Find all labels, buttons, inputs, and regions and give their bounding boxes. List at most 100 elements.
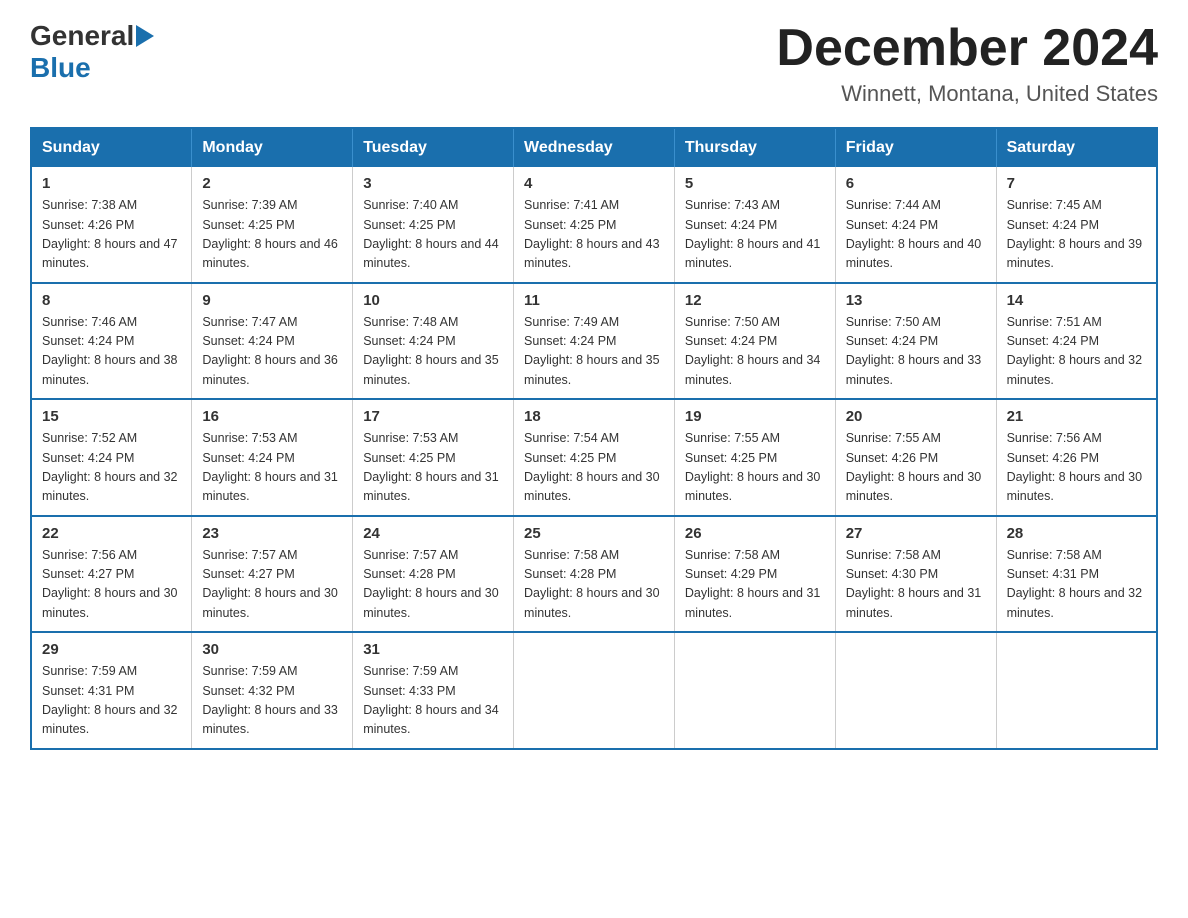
calendar-cell: 17 Sunrise: 7:53 AMSunset: 4:25 PMDaylig…: [353, 399, 514, 516]
calendar-cell: 30 Sunrise: 7:59 AMSunset: 4:32 PMDaylig…: [192, 632, 353, 749]
day-number: 12: [685, 292, 825, 309]
calendar-week-row: 29 Sunrise: 7:59 AMSunset: 4:31 PMDaylig…: [31, 632, 1157, 749]
calendar-cell: 7 Sunrise: 7:45 AMSunset: 4:24 PMDayligh…: [996, 167, 1157, 283]
calendar-cell: 27 Sunrise: 7:58 AMSunset: 4:30 PMDaylig…: [835, 516, 996, 633]
day-info: Sunrise: 7:45 AMSunset: 4:24 PMDaylight:…: [1007, 198, 1143, 270]
col-header-monday: Monday: [192, 128, 353, 167]
day-number: 7: [1007, 175, 1146, 192]
calendar-week-row: 22 Sunrise: 7:56 AMSunset: 4:27 PMDaylig…: [31, 516, 1157, 633]
logo-blue-text: Blue: [30, 52, 91, 84]
calendar-cell: [835, 632, 996, 749]
day-number: 15: [42, 408, 181, 425]
col-header-sunday: Sunday: [31, 128, 192, 167]
calendar-cell: 6 Sunrise: 7:44 AMSunset: 4:24 PMDayligh…: [835, 167, 996, 283]
day-number: 11: [524, 292, 664, 309]
day-number: 27: [846, 525, 986, 542]
day-info: Sunrise: 7:49 AMSunset: 4:24 PMDaylight:…: [524, 315, 660, 387]
day-info: Sunrise: 7:59 AMSunset: 4:33 PMDaylight:…: [363, 664, 499, 736]
day-number: 20: [846, 408, 986, 425]
day-number: 9: [202, 292, 342, 309]
page-subtitle: Winnett, Montana, United States: [776, 81, 1158, 107]
day-info: Sunrise: 7:55 AMSunset: 4:26 PMDaylight:…: [846, 431, 982, 503]
day-number: 13: [846, 292, 986, 309]
day-number: 6: [846, 175, 986, 192]
col-header-friday: Friday: [835, 128, 996, 167]
day-info: Sunrise: 7:50 AMSunset: 4:24 PMDaylight:…: [846, 315, 982, 387]
calendar-cell: 22 Sunrise: 7:56 AMSunset: 4:27 PMDaylig…: [31, 516, 192, 633]
day-info: Sunrise: 7:54 AMSunset: 4:25 PMDaylight:…: [524, 431, 660, 503]
day-number: 16: [202, 408, 342, 425]
day-number: 14: [1007, 292, 1146, 309]
day-info: Sunrise: 7:41 AMSunset: 4:25 PMDaylight:…: [524, 198, 660, 270]
page-header: General Blue December 2024 Winnett, Mont…: [30, 20, 1158, 107]
day-info: Sunrise: 7:57 AMSunset: 4:28 PMDaylight:…: [363, 548, 499, 620]
calendar-cell: 25 Sunrise: 7:58 AMSunset: 4:28 PMDaylig…: [514, 516, 675, 633]
day-number: 18: [524, 408, 664, 425]
col-header-wednesday: Wednesday: [514, 128, 675, 167]
day-number: 1: [42, 175, 181, 192]
calendar-cell: 13 Sunrise: 7:50 AMSunset: 4:24 PMDaylig…: [835, 283, 996, 400]
calendar-cell: 10 Sunrise: 7:48 AMSunset: 4:24 PMDaylig…: [353, 283, 514, 400]
day-number: 21: [1007, 408, 1146, 425]
day-info: Sunrise: 7:38 AMSunset: 4:26 PMDaylight:…: [42, 198, 178, 270]
day-info: Sunrise: 7:57 AMSunset: 4:27 PMDaylight:…: [202, 548, 338, 620]
calendar-cell: 5 Sunrise: 7:43 AMSunset: 4:24 PMDayligh…: [674, 167, 835, 283]
day-number: 24: [363, 525, 503, 542]
calendar-cell: 28 Sunrise: 7:58 AMSunset: 4:31 PMDaylig…: [996, 516, 1157, 633]
day-number: 25: [524, 525, 664, 542]
day-info: Sunrise: 7:44 AMSunset: 4:24 PMDaylight:…: [846, 198, 982, 270]
calendar-cell: 4 Sunrise: 7:41 AMSunset: 4:25 PMDayligh…: [514, 167, 675, 283]
calendar-cell: 19 Sunrise: 7:55 AMSunset: 4:25 PMDaylig…: [674, 399, 835, 516]
calendar-week-row: 15 Sunrise: 7:52 AMSunset: 4:24 PMDaylig…: [31, 399, 1157, 516]
logo-arrow-icon: [136, 25, 154, 47]
day-number: 22: [42, 525, 181, 542]
day-number: 28: [1007, 525, 1146, 542]
day-number: 19: [685, 408, 825, 425]
day-info: Sunrise: 7:53 AMSunset: 4:24 PMDaylight:…: [202, 431, 338, 503]
day-number: 3: [363, 175, 503, 192]
col-header-tuesday: Tuesday: [353, 128, 514, 167]
logo-row1: General: [30, 20, 154, 52]
day-number: 10: [363, 292, 503, 309]
day-info: Sunrise: 7:58 AMSunset: 4:28 PMDaylight:…: [524, 548, 660, 620]
calendar-cell: 1 Sunrise: 7:38 AMSunset: 4:26 PMDayligh…: [31, 167, 192, 283]
day-number: 17: [363, 408, 503, 425]
day-number: 2: [202, 175, 342, 192]
calendar-table: SundayMondayTuesdayWednesdayThursdayFrid…: [30, 127, 1158, 750]
day-info: Sunrise: 7:47 AMSunset: 4:24 PMDaylight:…: [202, 315, 338, 387]
calendar-cell: 29 Sunrise: 7:59 AMSunset: 4:31 PMDaylig…: [31, 632, 192, 749]
day-info: Sunrise: 7:53 AMSunset: 4:25 PMDaylight:…: [363, 431, 499, 503]
calendar-week-row: 8 Sunrise: 7:46 AMSunset: 4:24 PMDayligh…: [31, 283, 1157, 400]
day-info: Sunrise: 7:59 AMSunset: 4:31 PMDaylight:…: [42, 664, 178, 736]
calendar-cell: 18 Sunrise: 7:54 AMSunset: 4:25 PMDaylig…: [514, 399, 675, 516]
calendar-cell: 20 Sunrise: 7:55 AMSunset: 4:26 PMDaylig…: [835, 399, 996, 516]
day-number: 5: [685, 175, 825, 192]
day-info: Sunrise: 7:39 AMSunset: 4:25 PMDaylight:…: [202, 198, 338, 270]
day-info: Sunrise: 7:51 AMSunset: 4:24 PMDaylight:…: [1007, 315, 1143, 387]
logo: General Blue: [30, 20, 154, 84]
day-info: Sunrise: 7:43 AMSunset: 4:24 PMDaylight:…: [685, 198, 821, 270]
day-info: Sunrise: 7:58 AMSunset: 4:31 PMDaylight:…: [1007, 548, 1143, 620]
day-info: Sunrise: 7:40 AMSunset: 4:25 PMDaylight:…: [363, 198, 499, 270]
day-number: 31: [363, 641, 503, 658]
calendar-header-row: SundayMondayTuesdayWednesdayThursdayFrid…: [31, 128, 1157, 167]
day-info: Sunrise: 7:48 AMSunset: 4:24 PMDaylight:…: [363, 315, 499, 387]
day-info: Sunrise: 7:56 AMSunset: 4:26 PMDaylight:…: [1007, 431, 1143, 503]
calendar-cell: 16 Sunrise: 7:53 AMSunset: 4:24 PMDaylig…: [192, 399, 353, 516]
calendar-cell: 23 Sunrise: 7:57 AMSunset: 4:27 PMDaylig…: [192, 516, 353, 633]
day-number: 4: [524, 175, 664, 192]
col-header-saturday: Saturday: [996, 128, 1157, 167]
day-number: 29: [42, 641, 181, 658]
day-number: 23: [202, 525, 342, 542]
col-header-thursday: Thursday: [674, 128, 835, 167]
calendar-cell: 8 Sunrise: 7:46 AMSunset: 4:24 PMDayligh…: [31, 283, 192, 400]
day-info: Sunrise: 7:52 AMSunset: 4:24 PMDaylight:…: [42, 431, 178, 503]
day-number: 8: [42, 292, 181, 309]
calendar-cell: 26 Sunrise: 7:58 AMSunset: 4:29 PMDaylig…: [674, 516, 835, 633]
calendar-cell: 11 Sunrise: 7:49 AMSunset: 4:24 PMDaylig…: [514, 283, 675, 400]
day-info: Sunrise: 7:46 AMSunset: 4:24 PMDaylight:…: [42, 315, 178, 387]
calendar-cell: [996, 632, 1157, 749]
calendar-cell: [514, 632, 675, 749]
day-info: Sunrise: 7:59 AMSunset: 4:32 PMDaylight:…: [202, 664, 338, 736]
calendar-cell: 12 Sunrise: 7:50 AMSunset: 4:24 PMDaylig…: [674, 283, 835, 400]
